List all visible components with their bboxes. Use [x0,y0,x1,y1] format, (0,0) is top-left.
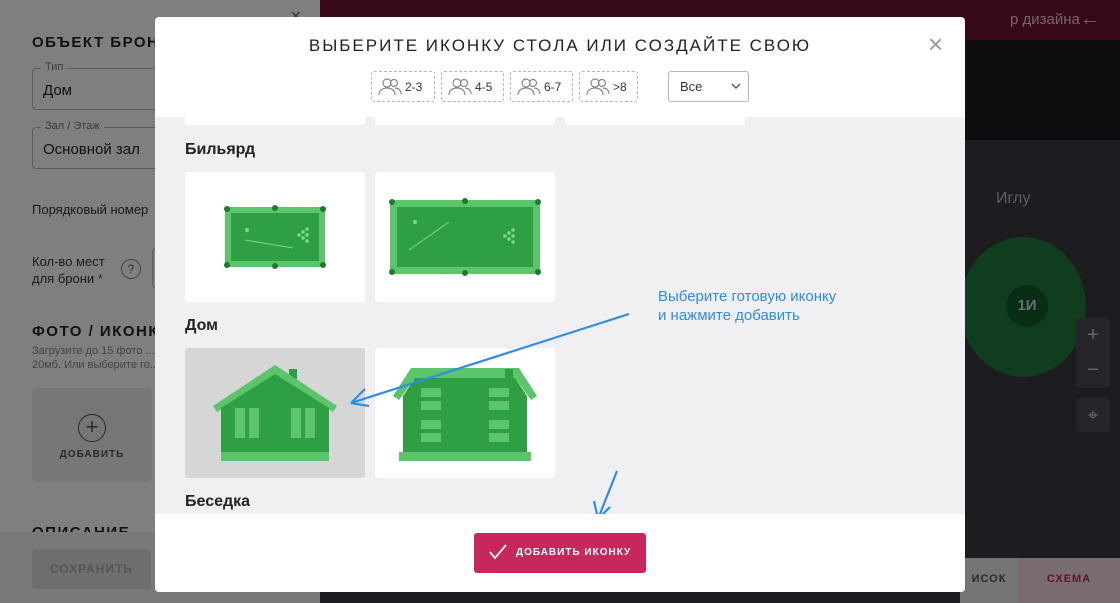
arrow-to-house-icon [350,312,630,408]
check-icon [489,544,507,560]
annotation-arrows [350,312,630,520]
arrow-to-add-button [592,470,619,520]
add-icon-button-label: ДОБАВИТЬ ИКОНКУ [516,547,632,558]
icon-picker-modal: ВЫБЕРИТЕ ИКОНКУ СТОЛА ИЛИ СОЗДАЙТЕ СВОЮ … [155,17,965,592]
add-icon-button[interactable]: ДОБАВИТЬ ИКОНКУ [474,533,646,573]
modal-footer: ДОБАВИТЬ ИКОНКУ [155,514,965,592]
